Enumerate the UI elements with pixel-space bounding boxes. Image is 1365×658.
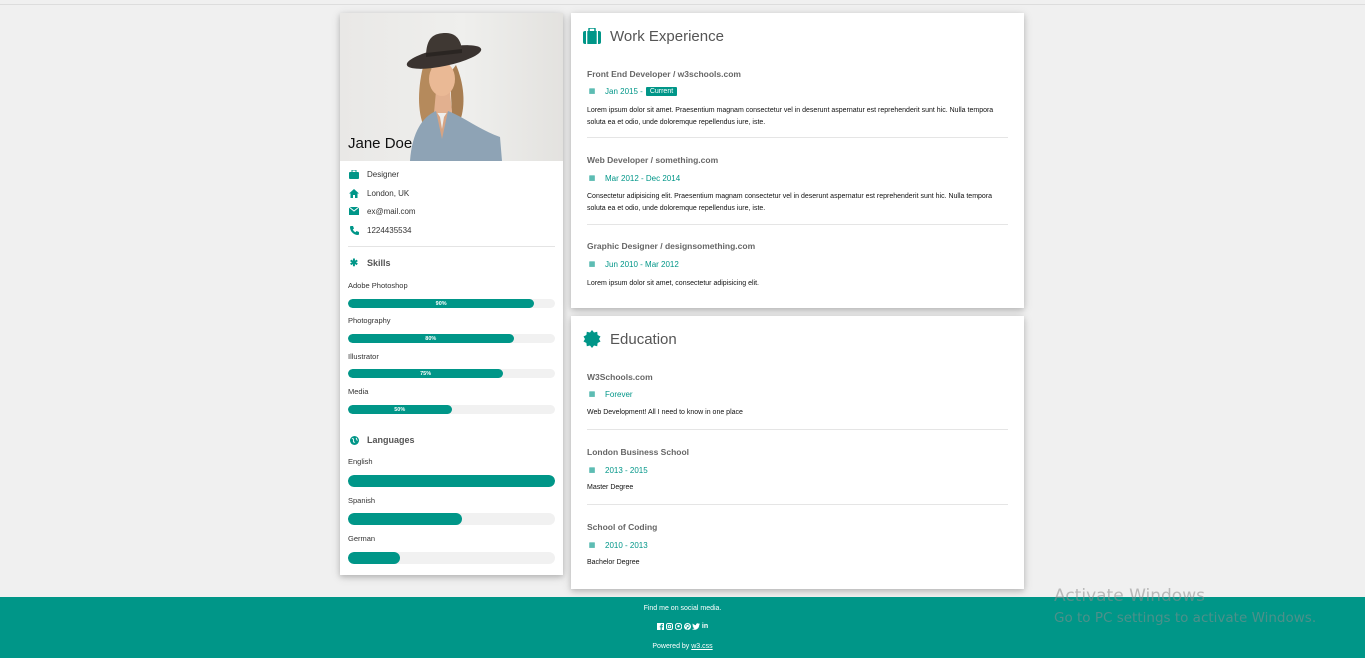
- school-name: W3Schools.com: [587, 372, 653, 382]
- profile-card: Jane Doe Designer London, UK ex@mail.com…: [340, 13, 563, 575]
- entry-divider: [587, 504, 1008, 505]
- school-date-text: 2013 - 2015: [605, 465, 648, 475]
- home-icon: [348, 188, 360, 198]
- w3css-link[interactable]: w3.css: [691, 643, 712, 650]
- entry-divider: [587, 429, 1008, 430]
- calendar-icon: ▦: [588, 88, 596, 95]
- current-badge: Current: [645, 86, 678, 96]
- school-description: Bachelor Degree: [587, 559, 640, 566]
- school-name: School of Coding: [587, 522, 658, 532]
- profile-divider: [348, 246, 555, 247]
- profile-photo: Jane Doe: [340, 13, 563, 161]
- info-email: ex@mail.com: [348, 204, 416, 218]
- job-date-text: Jan 2015 -: [605, 86, 643, 96]
- watermark-subtitle: Go to PC settings to activate Windows.: [1054, 610, 1317, 626]
- watermark-title: Activate Windows: [1054, 586, 1205, 606]
- briefcase-icon: [348, 169, 360, 179]
- job-date-text: Mar 2012 - Dec 2014: [605, 173, 681, 183]
- pinterest-icon[interactable]: [683, 622, 691, 631]
- languages-heading: Languages: [348, 433, 415, 447]
- info-location-text: London, UK: [367, 188, 410, 198]
- school-description: Master Degree: [587, 484, 634, 491]
- school-date-text: 2010 - 2013: [605, 540, 648, 550]
- job-date: ▦ Jan 2015 - Current: [587, 85, 678, 97]
- school-date-text: Forever: [605, 389, 633, 399]
- phone-icon: [348, 225, 360, 235]
- language-bar-fill: [348, 552, 400, 564]
- calendar-icon: ▦: [588, 542, 596, 549]
- info-phone: 1224435534: [348, 223, 412, 237]
- snapchat-icon[interactable]: [674, 622, 682, 631]
- skills-heading: ✱ Skills: [348, 256, 391, 270]
- job-description: Consectetur adipisicing elit. Praesentiu…: [587, 193, 993, 212]
- skill-bar-track: 80%: [348, 334, 555, 343]
- calendar-icon: ▦: [588, 175, 596, 182]
- school-date: ▦ 2010 - 2013: [587, 539, 648, 551]
- info-email-text: ex@mail.com: [367, 206, 416, 216]
- skill-bar-fill: 80%: [348, 334, 514, 343]
- language-name: Spanish: [348, 496, 376, 505]
- language-bar-track: [348, 513, 555, 525]
- powered-prefix: Powered by: [652, 643, 690, 650]
- entry-divider: [587, 137, 1008, 138]
- entry-divider: [587, 224, 1008, 225]
- info-location: London, UK: [348, 186, 409, 200]
- school-date: ▦ Forever: [587, 388, 633, 400]
- language-bar-fill: [348, 475, 555, 487]
- education-heading-text: Education: [610, 330, 677, 348]
- skill-bar-fill: 90%: [348, 299, 535, 308]
- calendar-icon: ▦: [588, 467, 596, 474]
- job-title: Web Developer / something.com: [587, 155, 719, 165]
- twitter-icon[interactable]: [692, 622, 700, 631]
- education-heading: Education: [581, 329, 677, 349]
- skill-name: Illustrator: [348, 352, 379, 361]
- skill-bar-track: 50%: [348, 405, 555, 414]
- skill-name: Media: [348, 387, 369, 396]
- work-experience-heading: Work Experience: [581, 26, 724, 46]
- info-job-text: Designer: [367, 169, 400, 179]
- facebook-icon[interactable]: [656, 622, 664, 631]
- certificate-icon: [581, 329, 603, 349]
- job-date: ▦ Mar 2012 - Dec 2014: [587, 172, 680, 184]
- language-bar-track: [348, 475, 555, 487]
- language-name: German: [348, 534, 376, 543]
- skill-name: Adobe Photoshop: [348, 281, 408, 290]
- suitcase-icon: [581, 26, 603, 46]
- profile-name: Jane Doe: [348, 135, 413, 152]
- school-description: Web Development! All I need to know in o…: [587, 409, 743, 416]
- envelope-icon: [348, 206, 360, 216]
- language-bar-track: [348, 552, 555, 564]
- language-name: English: [348, 457, 373, 466]
- work-experience-card: Work Experience Front End Developer / w3…: [571, 13, 1024, 308]
- school-date: ▦ 2013 - 2015: [587, 464, 648, 476]
- skill-name: Photography: [348, 316, 391, 325]
- language-bar-fill: [348, 513, 462, 525]
- skills-heading-text: Skills: [367, 258, 391, 268]
- asterisk-icon: ✱: [349, 257, 359, 269]
- info-phone-text: 1224435534: [367, 225, 412, 235]
- job-description: Lorem ipsum dolor sit amet, consectetur …: [587, 280, 759, 287]
- skill-bar-track: 75%: [348, 369, 555, 378]
- education-card: Education W3Schools.com ▦ Forever Web De…: [571, 316, 1024, 589]
- job-date-text: Jun 2010 - Mar 2012: [605, 259, 679, 269]
- job-title: Graphic Designer / designsomething.com: [587, 241, 756, 251]
- globe-icon: [348, 435, 360, 445]
- footer-powered: Powered by w3.css: [0, 643, 1365, 650]
- languages-heading-text: Languages: [367, 435, 415, 445]
- activate-windows-watermark: Activate Windows Go to PC settings to ac…: [1054, 586, 1316, 626]
- instagram-icon[interactable]: [665, 622, 673, 631]
- school-name: London Business School: [587, 447, 690, 457]
- info-job: Designer: [348, 167, 399, 181]
- job-title: Front End Developer / w3schools.com: [587, 69, 741, 79]
- calendar-icon: ▦: [588, 391, 596, 398]
- job-description: Lorem ipsum dolor sit amet. Praesentium …: [587, 107, 994, 126]
- work-experience-heading-text: Work Experience: [610, 27, 724, 45]
- skill-bar-track: 90%: [348, 299, 555, 308]
- calendar-icon: ▦: [588, 261, 596, 268]
- skill-bar-fill: 75%: [348, 369, 504, 378]
- top-border: [0, 4, 1365, 5]
- linkedin-icon[interactable]: in: [701, 622, 709, 631]
- skill-bar-fill: 50%: [348, 405, 452, 414]
- job-date: ▦ Jun 2010 - Mar 2012: [587, 258, 679, 270]
